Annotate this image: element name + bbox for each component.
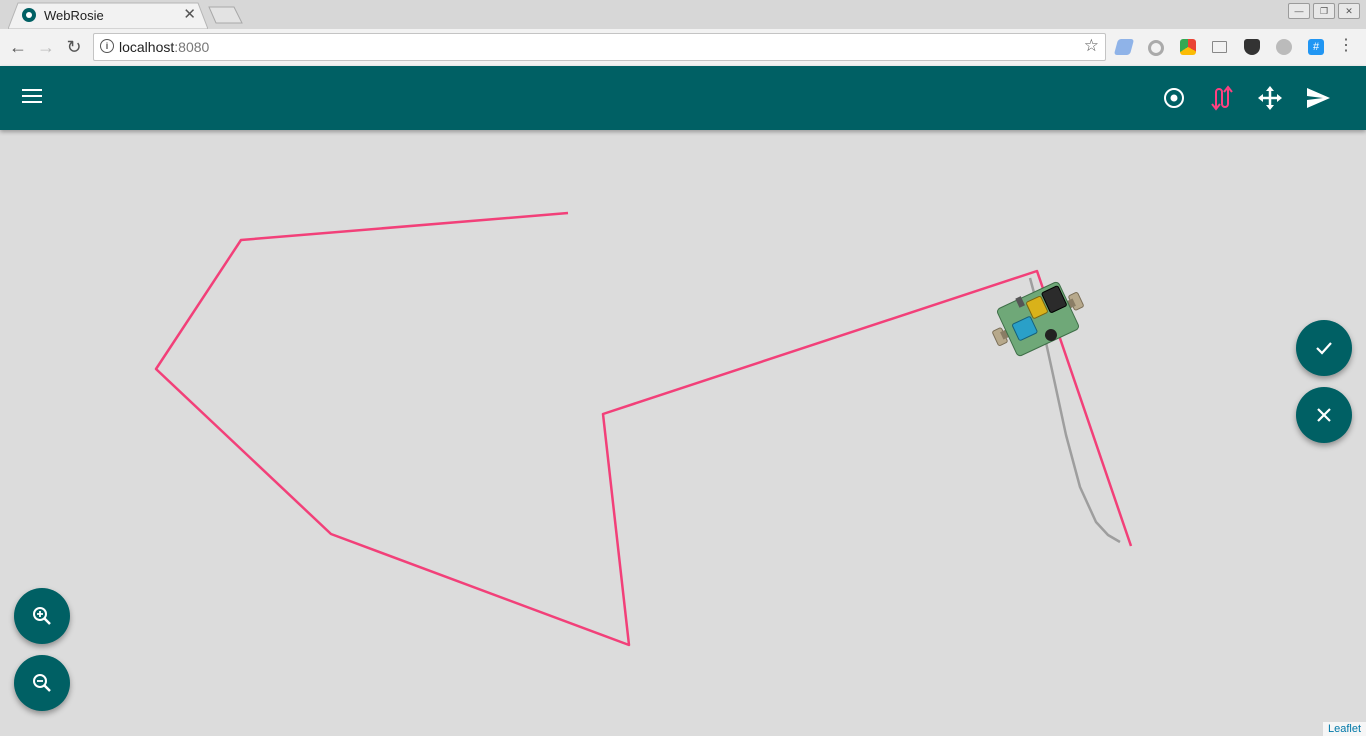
move-icon[interactable] (1256, 84, 1284, 112)
map-attribution[interactable]: Leaflet (1322, 722, 1366, 736)
route-icon[interactable] (1208, 84, 1236, 112)
window-controls: — ❐ ✕ (1288, 3, 1360, 19)
extension-hash-icon[interactable]: # (1308, 39, 1324, 55)
menu-icon[interactable] (22, 89, 42, 107)
map-canvas[interactable]: Leaflet (0, 130, 1366, 736)
browser-menu-icon[interactable]: ⋮ (1338, 38, 1354, 54)
forward-arrow-icon[interactable]: → (36, 37, 56, 57)
new-tab-button[interactable] (208, 6, 244, 24)
restore-button[interactable]: ❐ (1313, 3, 1335, 19)
zoom-in-icon (33, 607, 51, 625)
zoom-out-icon (33, 674, 51, 692)
planned-route-path[interactable] (154, 211, 1133, 647)
robot-marker[interactable] (984, 274, 1092, 363)
url-host: localhost (119, 39, 175, 55)
close-window-button[interactable]: ✕ (1338, 3, 1360, 19)
extension-circle-icon[interactable] (1148, 40, 1164, 56)
back-arrow-icon[interactable]: ← (8, 37, 28, 57)
url-port: :8080 (174, 39, 210, 55)
browser-tab-strip: WebRosie ✕ — ❐ ✕ (0, 0, 1366, 29)
site-info-icon[interactable]: i (100, 39, 114, 53)
app-favicon-icon (22, 8, 36, 22)
zoom-out-button[interactable] (14, 655, 70, 711)
browser-tab[interactable]: WebRosie ✕ (8, 2, 208, 29)
send-icon[interactable] (1304, 84, 1332, 112)
app-bar (0, 66, 1366, 130)
tab-title: WebRosie (44, 8, 104, 23)
close-icon (1317, 408, 1331, 422)
browser-toolbar: ← → ↻ i localhost:8080 ☆ # ⋮ (0, 29, 1366, 67)
zoom-in-button[interactable] (14, 588, 70, 644)
bookmark-star-icon[interactable]: ☆ (1084, 36, 1099, 56)
extension-m-icon[interactable] (1276, 39, 1292, 55)
extension-flag-icon[interactable] (1113, 39, 1135, 55)
tab-close-icon[interactable]: ✕ (183, 5, 196, 23)
map-overlay (154, 211, 1133, 647)
check-icon (1316, 342, 1332, 355)
target-icon[interactable] (1160, 84, 1188, 112)
url-text: localhost:8080 (119, 39, 209, 55)
extension-pocket-icon[interactable] (1244, 39, 1260, 55)
confirm-button[interactable] (1296, 320, 1352, 376)
reload-icon[interactable]: ↻ (64, 37, 84, 57)
tab-shape (8, 2, 208, 29)
extension-reader-icon[interactable] (1212, 41, 1227, 53)
address-bar[interactable]: i localhost:8080 ☆ (93, 33, 1106, 61)
cancel-button[interactable] (1296, 387, 1352, 443)
minimize-button[interactable]: — (1288, 3, 1310, 19)
extension-chrome-icon[interactable] (1180, 39, 1196, 55)
